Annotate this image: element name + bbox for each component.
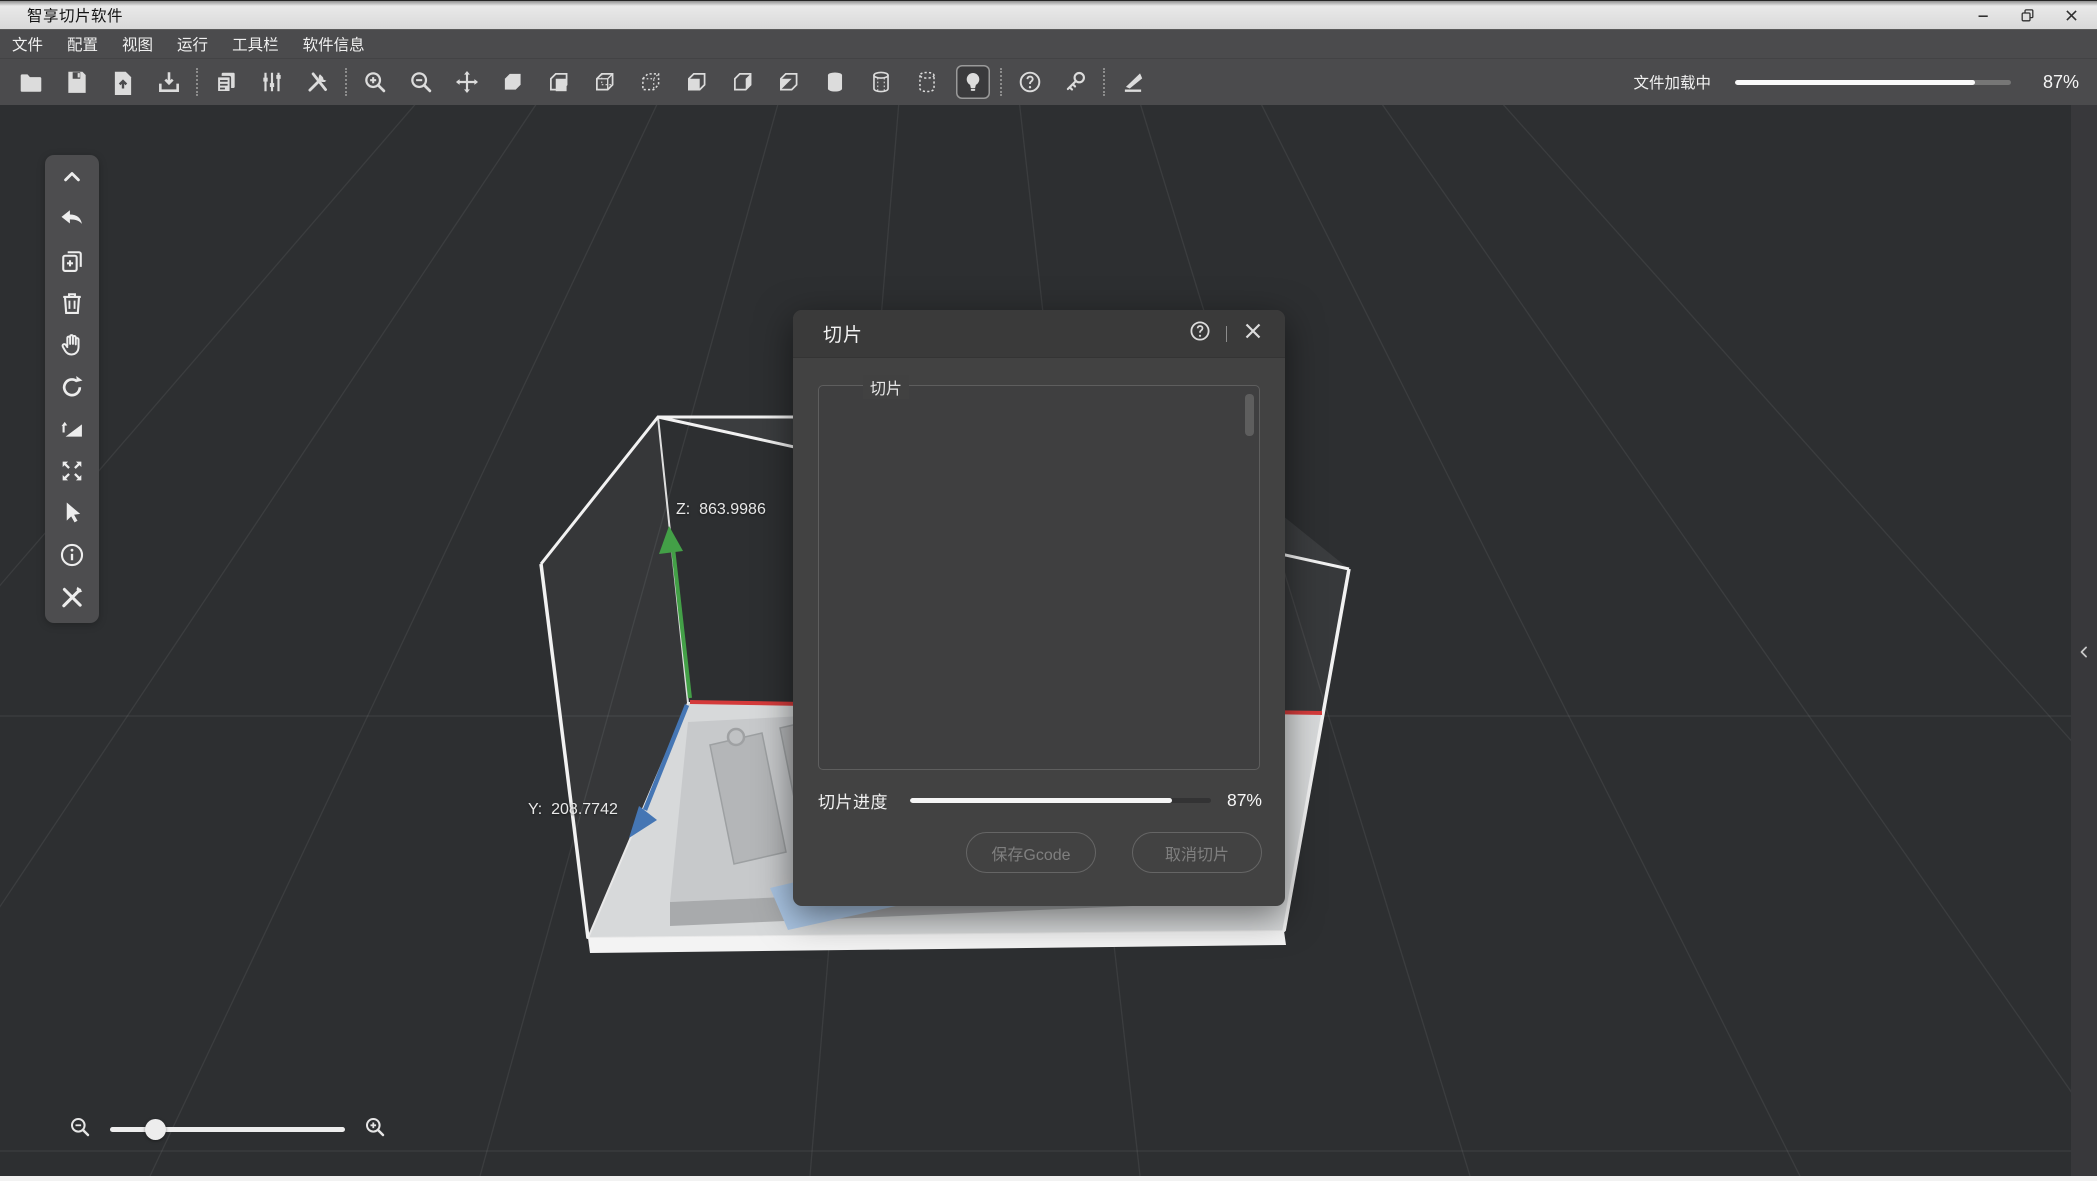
slice-log-legend: 切片 bbox=[863, 375, 909, 399]
zoom-in-icon[interactable] bbox=[363, 1115, 387, 1144]
side-tool-button-cross-tools-icon[interactable] bbox=[55, 580, 89, 613]
toolbar-button-folder-open-icon[interactable] bbox=[14, 65, 48, 99]
window-button-win-minimize-icon[interactable] bbox=[1971, 3, 1995, 27]
dialog-header-divider bbox=[1226, 326, 1227, 342]
toolbar-button-magnifier-plus-icon[interactable] bbox=[358, 65, 392, 99]
slice-log-list[interactable] bbox=[819, 386, 1259, 765]
dialog-button[interactable]: 保存Gcode bbox=[966, 832, 1096, 873]
y-axis-label: Y: 208.7742 bbox=[528, 801, 618, 819]
zoom-out-icon[interactable] bbox=[68, 1115, 92, 1144]
slice-dialog: 切片 切片 切片进度 87% 保存Gcode 取消切片 bbox=[793, 310, 1285, 906]
file-loading-percent: 87% bbox=[2035, 72, 2079, 93]
toolbar-button-key-icon[interactable] bbox=[1059, 65, 1093, 99]
slice-progress-label: 切片进度 bbox=[818, 788, 888, 813]
toolbar-button-knife-icon[interactable] bbox=[1116, 65, 1150, 99]
menu-item[interactable]: 工具栏 bbox=[220, 30, 291, 58]
viewport-zoom-control bbox=[68, 1115, 387, 1144]
file-loading-progress-fill bbox=[1735, 80, 1975, 85]
slice-dialog-header: 切片 bbox=[793, 310, 1285, 358]
slice-dialog-title: 切片 bbox=[823, 320, 863, 347]
toolbar-button-cube-page-icon[interactable] bbox=[542, 65, 576, 99]
toolbar-button-move-arrows-icon[interactable] bbox=[450, 65, 484, 99]
bottom-edge-strip bbox=[0, 1176, 2097, 1181]
toolbar-button-cube-solid-icon[interactable] bbox=[496, 65, 530, 99]
toolbar-separator bbox=[1000, 68, 1003, 96]
side-tool-button-chevron-up-icon[interactable] bbox=[55, 160, 89, 193]
slice-log-scrollbar-thumb[interactable] bbox=[1245, 394, 1254, 436]
slice-dialog-buttons: 保存Gcode 取消切片 bbox=[966, 832, 1262, 873]
toolbar-button-bulb-icon[interactable] bbox=[956, 65, 990, 99]
side-tool-button-rotate-ccw-icon[interactable] bbox=[55, 370, 89, 403]
title-bar: 智享切片软件 bbox=[0, 0, 2097, 30]
slice-progress-percent: 87% bbox=[1227, 790, 1262, 811]
toolbar-button-file-import-icon[interactable] bbox=[106, 65, 140, 99]
z-axis-label: Z: 863.9986 bbox=[676, 501, 766, 519]
toolbar-button-cylinder-wire-icon[interactable] bbox=[864, 65, 898, 99]
toolbar-button-cube-half-icon[interactable] bbox=[772, 65, 806, 99]
app-title: 智享切片软件 bbox=[27, 4, 123, 26]
window-button-win-restore-icon[interactable] bbox=[2015, 3, 2039, 27]
side-tool-button-expand-arrows-icon[interactable] bbox=[55, 454, 89, 487]
side-tool-button-undo-arrow-icon[interactable] bbox=[55, 202, 89, 235]
toolbar-group-cut bbox=[1116, 65, 1150, 99]
side-tool-button-hand-icon[interactable] bbox=[55, 328, 89, 361]
side-tool-button-cursor-pointer-icon[interactable] bbox=[55, 496, 89, 529]
side-tool-panel bbox=[45, 155, 99, 623]
dialog-help-icon[interactable] bbox=[1188, 319, 1212, 348]
toolbar-group-settings bbox=[209, 65, 335, 99]
file-loading-progressbar bbox=[1735, 80, 2011, 85]
menu-item[interactable]: 配置 bbox=[55, 30, 110, 58]
toolbar-button-cube-front-icon[interactable] bbox=[680, 65, 714, 99]
toolbar-group-help bbox=[1013, 65, 1093, 99]
toolbar-group-view bbox=[358, 65, 990, 99]
toolbar-button-tray-export-icon[interactable] bbox=[152, 65, 186, 99]
zoom-slider-thumb[interactable] bbox=[145, 1119, 166, 1140]
slice-progress-fill bbox=[910, 798, 1172, 803]
toolbar-button-magnifier-minus-icon[interactable] bbox=[404, 65, 438, 99]
toolbar-button-sliders-icon[interactable] bbox=[255, 65, 289, 99]
toolbar-button-wrench-tools-icon[interactable] bbox=[301, 65, 335, 99]
toolbar-button-cylinder-solid-icon[interactable] bbox=[818, 65, 852, 99]
main-toolbar: 文件加载中 87% bbox=[0, 59, 2097, 105]
side-tool-button-copy-plus-icon[interactable] bbox=[55, 244, 89, 277]
side-tool-button-flip-mirror-icon[interactable] bbox=[55, 412, 89, 445]
toolbar-button-cylinder-dotted-icon[interactable] bbox=[910, 65, 944, 99]
slice-progressbar bbox=[910, 798, 1211, 803]
expand-right-panel-button[interactable] bbox=[2073, 638, 2095, 666]
toolbar-separator bbox=[1103, 68, 1106, 96]
menu-item[interactable]: 运行 bbox=[165, 30, 220, 58]
file-loading-cluster: 文件加载中 87% bbox=[1633, 71, 2097, 93]
menu-item[interactable]: 文件 bbox=[0, 30, 55, 58]
menu-item[interactable]: 视图 bbox=[110, 30, 165, 58]
toolbar-button-cube-wire-icon[interactable] bbox=[588, 65, 622, 99]
toolbar-separator bbox=[345, 68, 348, 96]
zoom-slider[interactable] bbox=[110, 1127, 345, 1132]
toolbar-button-cube-dotted-icon[interactable] bbox=[634, 65, 668, 99]
window-button-win-close-icon[interactable] bbox=[2059, 3, 2083, 27]
toolbar-button-copy-grid-icon[interactable] bbox=[209, 65, 243, 99]
menu-item[interactable]: 软件信息 bbox=[291, 30, 377, 58]
side-tool-button-info-circle-icon[interactable] bbox=[55, 538, 89, 571]
slice-progress-row: 切片进度 87% bbox=[818, 788, 1262, 813]
slice-log-groupbox: 切片 bbox=[818, 385, 1260, 770]
viewport-3d[interactable]: Z: 863.9986 Y: 208.7742 切片 切片 bbox=[0, 105, 2097, 1176]
toolbar-button-floppy-save-icon[interactable] bbox=[60, 65, 94, 99]
dialog-button[interactable]: 取消切片 bbox=[1132, 832, 1262, 873]
toolbar-group-file bbox=[14, 65, 186, 99]
dialog-close-icon[interactable] bbox=[1241, 319, 1265, 348]
toolbar-button-cube-back-icon[interactable] bbox=[726, 65, 760, 99]
toolbar-separator bbox=[196, 68, 199, 96]
window-controls bbox=[1971, 3, 2083, 27]
side-tool-button-trash-icon[interactable] bbox=[55, 286, 89, 319]
file-loading-label: 文件加载中 bbox=[1633, 71, 1711, 93]
toolbar-button-help-circle-icon[interactable] bbox=[1013, 65, 1047, 99]
menu-bar: 文件配置视图运行工具栏软件信息 bbox=[0, 30, 2097, 59]
